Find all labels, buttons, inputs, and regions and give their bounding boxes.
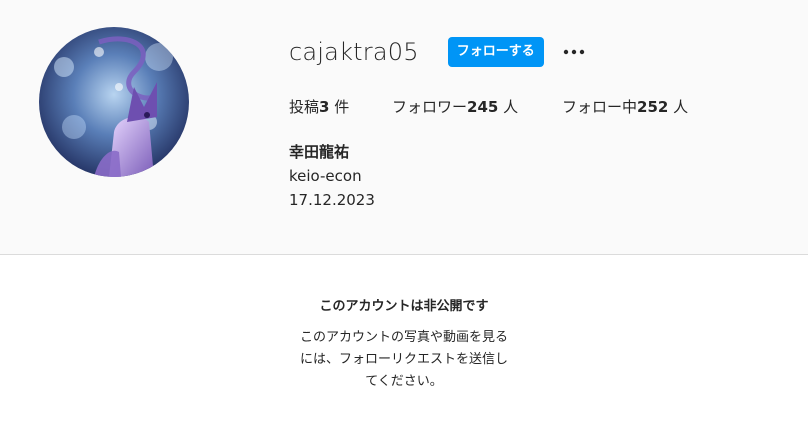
private-account-notice: このアカウントは非公開です このアカウントの写真や動画を見る には、フォローリク… (0, 295, 808, 393)
following-number: 252 (637, 98, 669, 116)
posts-unit: 件 (334, 98, 350, 116)
posts-number: 3 (319, 98, 330, 116)
followers-link[interactable]: フォロワー245 人 (392, 95, 562, 119)
following-label: フォロー中 (562, 98, 638, 116)
posts-label: 投稿 (289, 98, 320, 116)
followers-unit: 人 (503, 98, 519, 116)
follow-button[interactable]: フォローする (447, 37, 544, 67)
bio-date: 17.12.2023 (289, 191, 375, 209)
profile-avatar[interactable] (39, 27, 189, 177)
private-desc-line-3: てください。 (365, 374, 443, 389)
private-desc-line-1: このアカウントの写真や動画を見る (299, 330, 508, 345)
profile-header: cajaktra05 フォローする 投稿3 件 フォロワー245 人 フォロー中… (0, 0, 808, 255)
posts-count: 投稿3 件 (289, 95, 392, 119)
username: cajaktra05 (289, 38, 419, 66)
following-unit: 人 (673, 98, 689, 116)
private-account-title: このアカウントは非公開です (319, 299, 489, 314)
private-account-description: このアカウントの写真や動画を見る には、フォローリクエストを送信し てください。 (284, 327, 524, 393)
profile-bio: 幸田龍祐 keio-econ 17.12.2023 (289, 140, 375, 212)
profile-stats: 投稿3 件 フォロワー245 人 フォロー中252 人 (289, 95, 702, 119)
username-row: cajaktra05 フォローする (289, 34, 588, 70)
private-desc-line-2: には、フォローリクエストを送信し (299, 352, 508, 367)
more-options-button[interactable] (560, 38, 588, 66)
followers-label: フォロワー (392, 98, 468, 116)
full-name: 幸田龍祐 (289, 143, 350, 161)
avatar-image (39, 27, 189, 177)
more-horizontal-icon (563, 49, 584, 55)
bio-text: keio-econ (289, 167, 362, 185)
following-link[interactable]: フォロー中252 人 (562, 95, 702, 119)
followers-number: 245 (467, 98, 499, 116)
